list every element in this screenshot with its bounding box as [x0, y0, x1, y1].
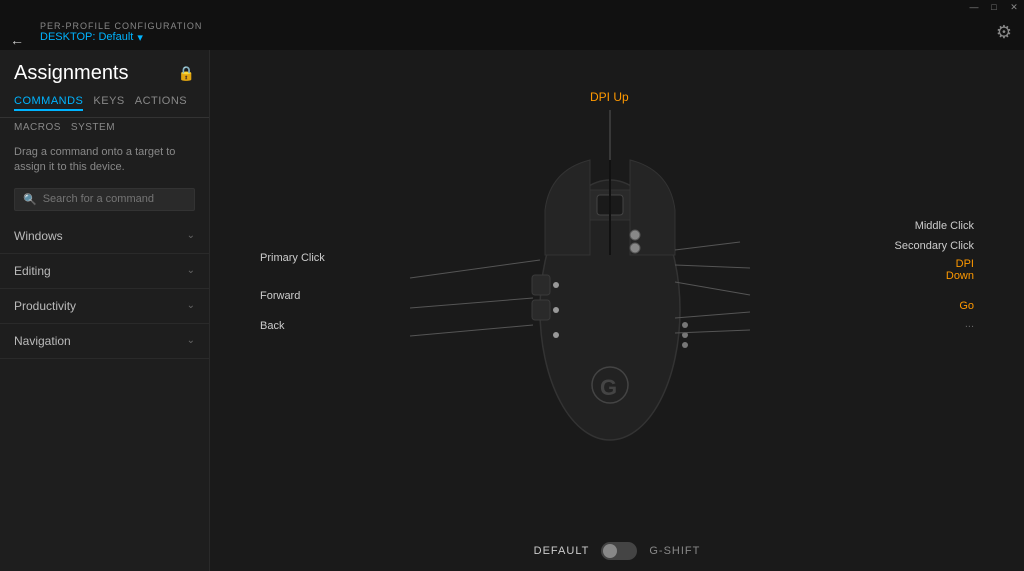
- category-productivity-label: Productivity: [14, 299, 76, 313]
- category-windows-label: Windows: [14, 229, 63, 243]
- chevron-down-icon: ⌄: [187, 265, 195, 276]
- app-container: ← PER-PROFILE CONFIGURATION DESKTOP: Def…: [0, 14, 1024, 571]
- search-input[interactable]: [43, 193, 186, 205]
- sidebar-description: Drag a command onto a target to assign i…: [0, 137, 209, 184]
- close-button[interactable]: ✕: [1008, 1, 1020, 13]
- search-icon: 🔍: [23, 193, 37, 206]
- go-label: Go: [959, 300, 974, 312]
- subtab-system[interactable]: SYSTEM: [71, 122, 115, 133]
- back-label: Back: [260, 320, 284, 332]
- back-button[interactable]: ←: [10, 32, 24, 48]
- chevron-down-icon: ⌄: [187, 300, 195, 311]
- dots-label: ...: [965, 318, 974, 330]
- svg-text:G: G: [600, 375, 617, 400]
- primary-click-label: Primary Click: [260, 252, 325, 264]
- tab-commands[interactable]: COMMANDS: [14, 93, 83, 111]
- middle-click-label: Middle Click: [915, 220, 974, 232]
- category-navigation[interactable]: Navigation ⌄: [0, 324, 209, 359]
- desktop-selector[interactable]: DESKTOP: Default ▾: [40, 31, 202, 44]
- category-list: Windows ⌄ Editing ⌄ Productivity ⌄ Navig…: [0, 219, 209, 571]
- sidebar-subtabs: MACROS SYSTEM: [0, 118, 209, 137]
- dpi-up-label: DPI Up: [590, 90, 629, 104]
- sidebar: Assignments 🔒 COMMANDS KEYS ACTIONS MACR…: [0, 50, 210, 571]
- chevron-down-icon: ⌄: [187, 230, 195, 241]
- category-productivity[interactable]: Productivity ⌄: [0, 289, 209, 324]
- desktop-label: DESKTOP: Default: [40, 31, 133, 43]
- bottom-bar: DEFAULT G-SHIFT: [210, 531, 1024, 571]
- secondary-click-label: Secondary Click: [895, 240, 974, 252]
- search-box[interactable]: 🔍: [14, 188, 195, 211]
- restore-button[interactable]: □: [988, 1, 1000, 13]
- category-windows[interactable]: Windows ⌄: [0, 219, 209, 254]
- per-profile-label: PER-PROFILE CONFIGURATION: [40, 21, 202, 31]
- mode-toggle[interactable]: [601, 542, 637, 560]
- category-editing[interactable]: Editing ⌄: [0, 254, 209, 289]
- default-label: DEFAULT: [534, 545, 590, 557]
- topbar: ← PER-PROFILE CONFIGURATION DESKTOP: Def…: [0, 14, 1024, 50]
- sidebar-title: Assignments: [14, 62, 129, 85]
- tab-actions[interactable]: ACTIONS: [135, 93, 187, 111]
- mouse-visualization: G: [210, 50, 1024, 531]
- chevron-down-icon: ⌄: [187, 335, 195, 346]
- toggle-knob: [603, 544, 617, 558]
- settings-icon[interactable]: ⚙: [996, 22, 1012, 43]
- category-navigation-label: Navigation: [14, 334, 71, 348]
- titlebar: — □ ✕: [0, 0, 1024, 14]
- minimize-button[interactable]: —: [968, 1, 980, 13]
- tab-keys[interactable]: KEYS: [93, 93, 124, 111]
- forward-label: Forward: [260, 290, 300, 302]
- subtab-macros[interactable]: MACROS: [14, 122, 61, 133]
- dpi-down-label: DPI Down: [946, 258, 974, 282]
- desktop-chevron-icon: ▾: [137, 31, 143, 44]
- connector-lines: G: [210, 50, 1010, 550]
- content-area: G: [210, 50, 1024, 571]
- main-layout: Assignments 🔒 COMMANDS KEYS ACTIONS MACR…: [0, 50, 1024, 571]
- sidebar-header: Assignments 🔒: [0, 50, 209, 93]
- gshift-label: G-SHIFT: [649, 545, 700, 557]
- sidebar-tabs: COMMANDS KEYS ACTIONS: [0, 93, 209, 118]
- topbar-info: PER-PROFILE CONFIGURATION DESKTOP: Defau…: [40, 21, 202, 44]
- lock-icon: 🔒: [178, 65, 195, 82]
- category-editing-label: Editing: [14, 264, 51, 278]
- window-controls: — □ ✕: [968, 1, 1020, 13]
